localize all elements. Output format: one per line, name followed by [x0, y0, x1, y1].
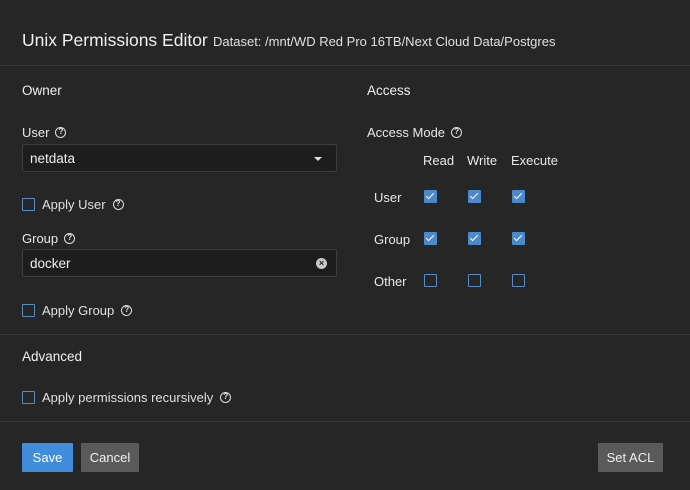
apply-group-wrap: Apply Group ?: [22, 303, 133, 318]
dialog-title: Unix Permissions Editor: [22, 30, 208, 50]
footer-divider: [0, 421, 690, 422]
dataset-path: Dataset: /mnt/WD Red Pro 16TB/Next Cloud…: [213, 34, 556, 49]
user-label-wrap: User ?: [22, 125, 67, 140]
help-icon[interactable]: ?: [55, 127, 67, 138]
dialog-header: Unix Permissions Editor Dataset: /mnt/WD…: [0, 0, 690, 66]
other-execute-checkbox[interactable]: [512, 274, 525, 287]
group-read-checkbox[interactable]: [424, 232, 437, 245]
apply-group-label: Apply Group: [42, 303, 115, 318]
user-execute-checkbox[interactable]: [512, 190, 525, 203]
user-label: User: [22, 125, 50, 140]
advanced-section-title: Advanced: [22, 349, 83, 364]
group-label-wrap: Group ?: [22, 231, 76, 246]
section-divider: [0, 334, 690, 335]
owner-section-title: Owner: [22, 83, 62, 98]
apply-user-label: Apply User: [42, 197, 106, 212]
user-select-value: netdata: [30, 151, 76, 166]
apply-user-checkbox[interactable]: [22, 198, 35, 211]
clear-icon[interactable]: ×: [316, 258, 327, 269]
recursive-checkbox[interactable]: [22, 391, 35, 404]
help-icon[interactable]: ?: [121, 305, 133, 316]
set-acl-button[interactable]: Set ACL: [598, 443, 663, 472]
help-icon[interactable]: ?: [220, 392, 232, 403]
group-input[interactable]: docker ×: [22, 249, 337, 277]
row-other: Other: [374, 274, 407, 289]
group-label: Group: [22, 231, 59, 246]
column-execute: Execute: [511, 153, 558, 168]
other-write-checkbox[interactable]: [468, 274, 481, 287]
access-section-title: Access: [367, 83, 411, 98]
column-read: Read: [423, 153, 455, 168]
recursive-label: Apply permissions recursively: [42, 390, 214, 405]
help-icon[interactable]: ?: [64, 233, 76, 244]
apply-user-wrap: Apply User ?: [22, 197, 124, 212]
access-mode-label-wrap: Access Mode ?: [367, 125, 463, 140]
cancel-button[interactable]: Cancel: [81, 443, 139, 472]
chevron-down-icon: [314, 157, 322, 161]
help-icon[interactable]: ?: [112, 199, 124, 210]
user-select[interactable]: netdata: [22, 144, 337, 172]
user-write-checkbox[interactable]: [468, 190, 481, 203]
group-write-checkbox[interactable]: [468, 232, 481, 245]
save-button[interactable]: Save: [22, 443, 73, 472]
recursive-wrap: Apply permissions recursively ?: [22, 390, 232, 405]
apply-group-checkbox[interactable]: [22, 304, 35, 317]
user-read-checkbox[interactable]: [424, 190, 437, 203]
access-mode-label: Access Mode: [367, 125, 446, 140]
row-user: User: [374, 190, 402, 205]
group-execute-checkbox[interactable]: [512, 232, 525, 245]
other-read-checkbox[interactable]: [424, 274, 437, 287]
help-icon[interactable]: ?: [451, 127, 463, 138]
group-input-value: docker: [30, 256, 71, 271]
row-group: Group: [374, 232, 411, 247]
column-write: Write: [467, 153, 498, 168]
